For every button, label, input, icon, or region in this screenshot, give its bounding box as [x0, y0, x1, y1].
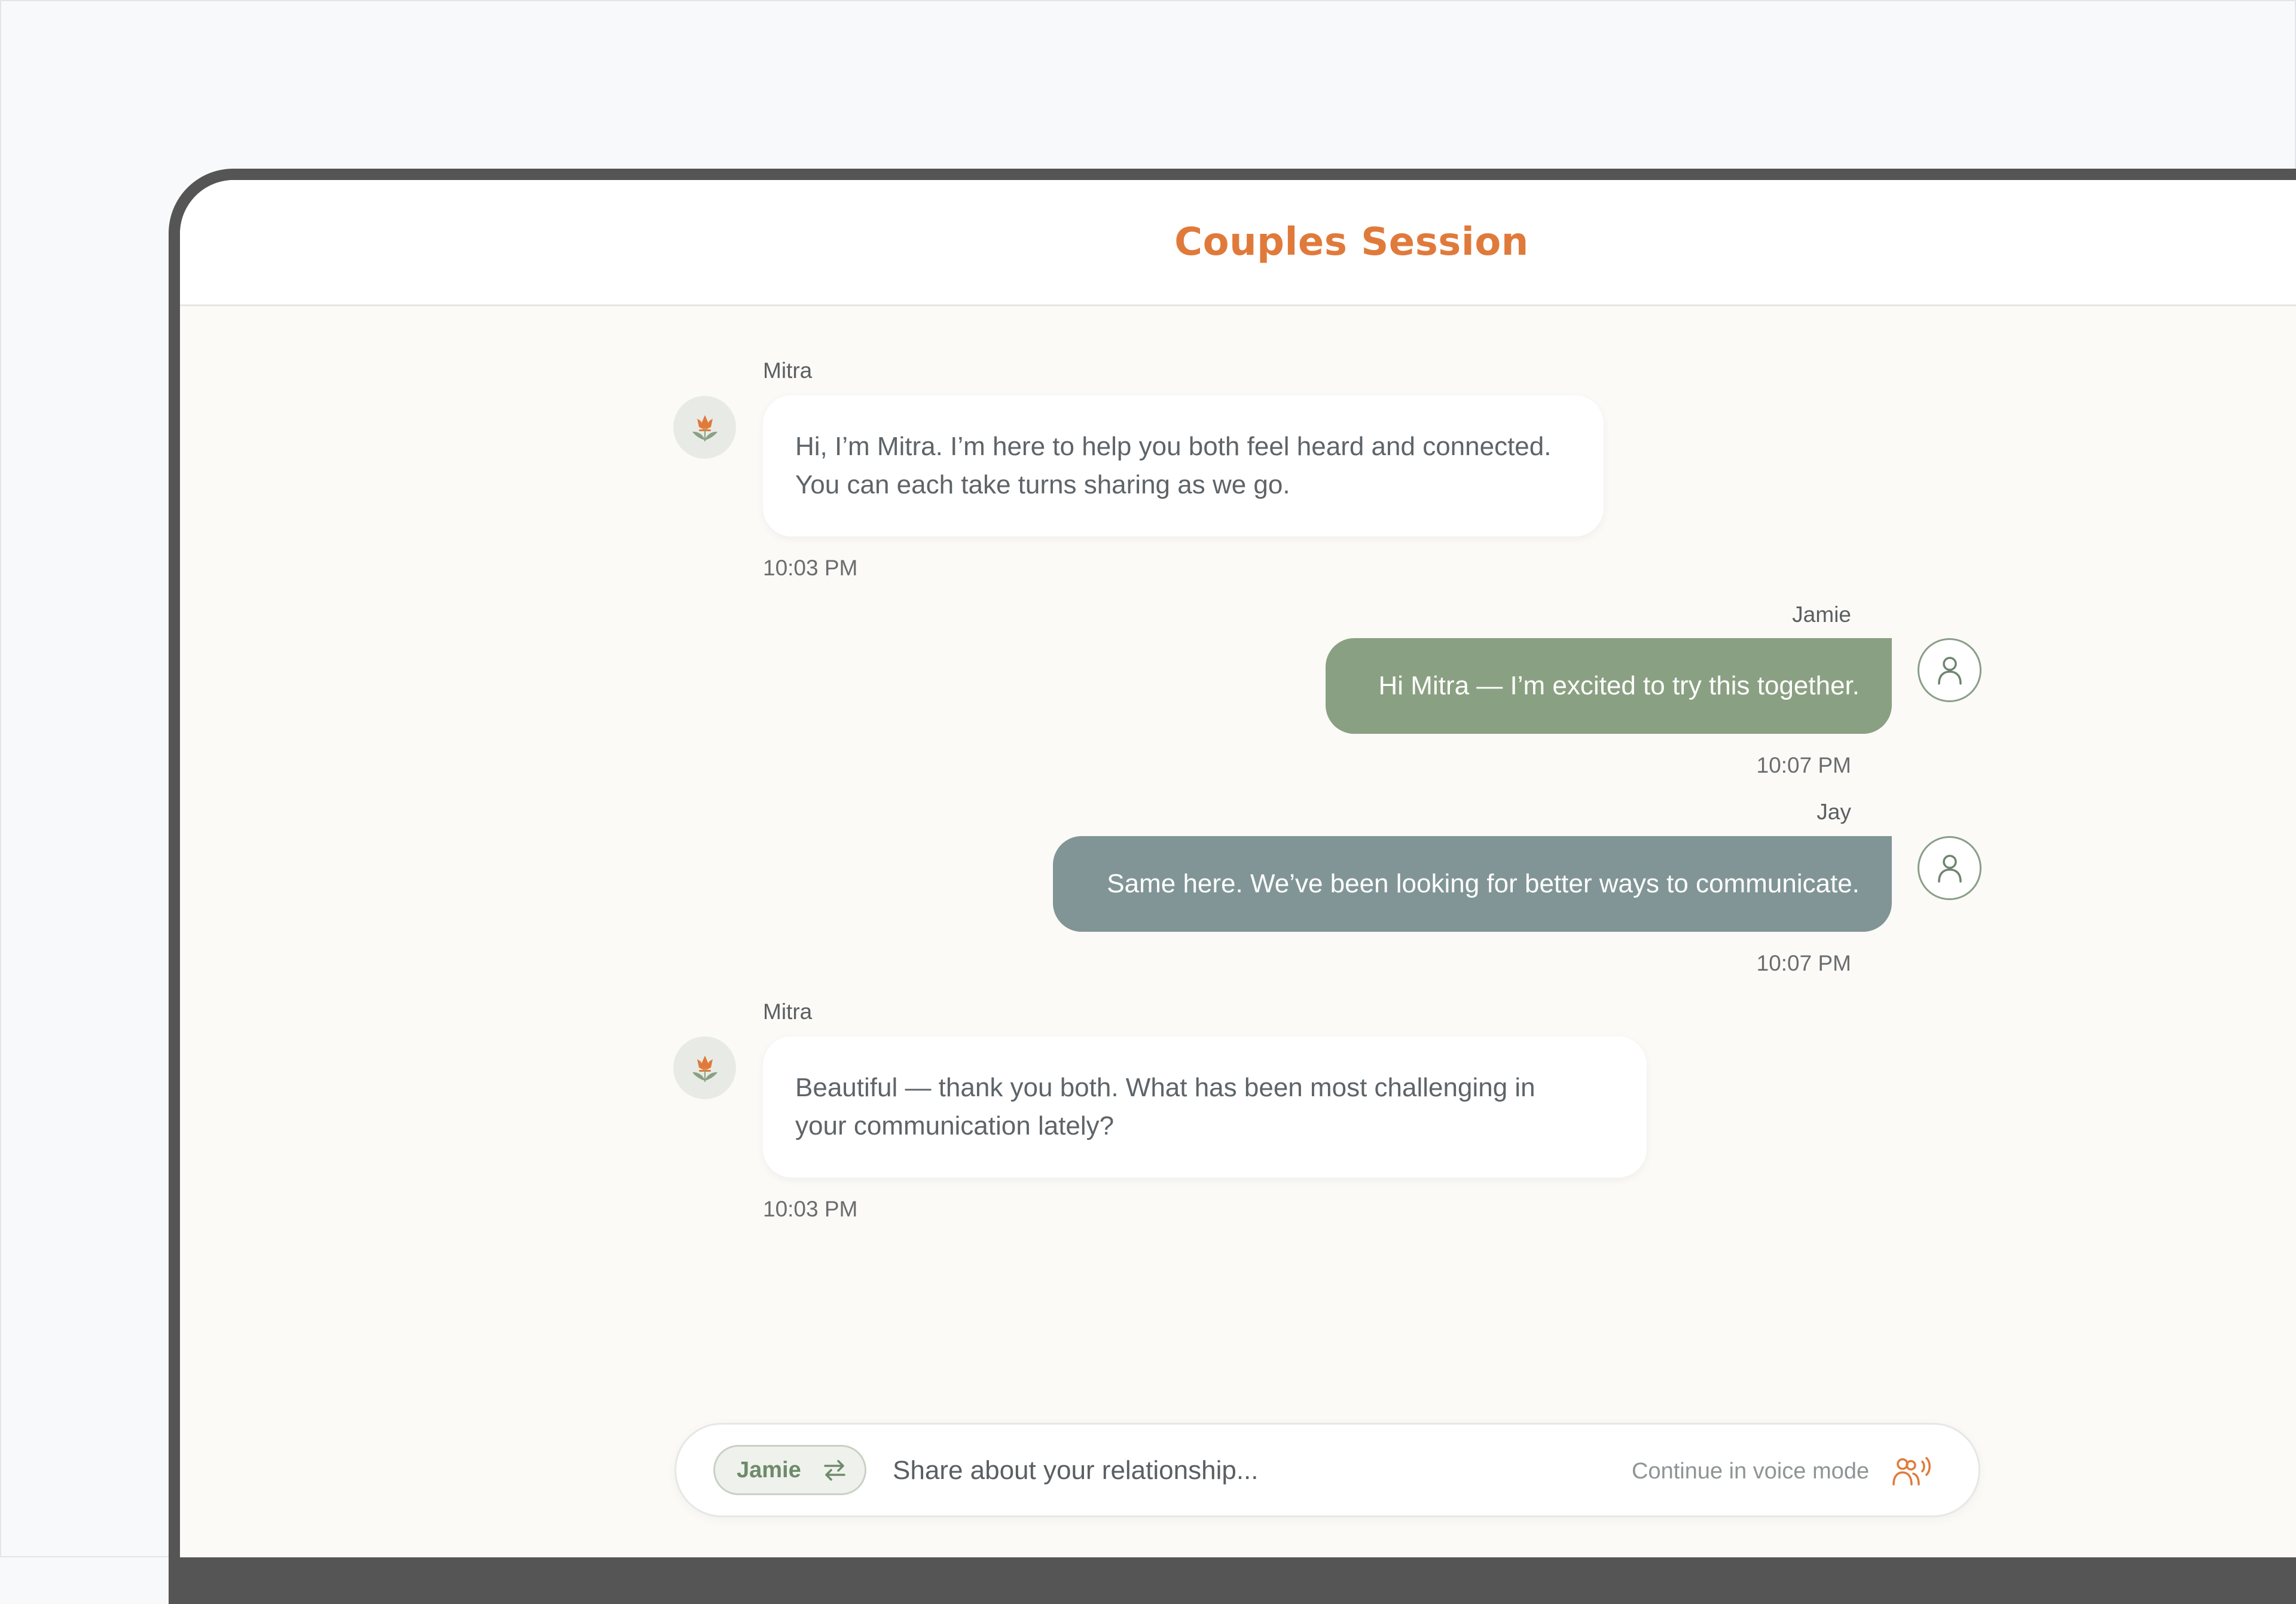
message-timestamp: 10:03 PM	[763, 1197, 858, 1221]
voice-mode-label: Continue in voice mode	[1632, 1458, 1870, 1484]
app-header: Couples Session	[180, 180, 2296, 306]
sender-name-mitra: Mitra	[763, 999, 813, 1024]
jamie-avatar	[1918, 638, 1981, 702]
message-bubble-bot: Hi, I’m Mitra. I’m here to help you both…	[763, 395, 1604, 536]
message-composer: Jamie Continue in voice mode	[674, 1423, 1980, 1517]
message-bubble-jay: Same here. We’ve been looking for better…	[1053, 836, 1892, 932]
speaker-name: Jamie	[737, 1457, 801, 1483]
voice-people-icon	[1892, 1457, 1931, 1486]
message-input[interactable]	[893, 1449, 1562, 1493]
speaker-switch-button[interactable]: Jamie	[713, 1445, 866, 1495]
message-timestamp: 10:07 PM	[1756, 753, 1851, 777]
jay-avatar	[1918, 836, 1981, 900]
page-title: Couples Session	[1174, 220, 1529, 264]
person-icon	[1937, 656, 1962, 685]
sender-name-mitra: Mitra	[763, 358, 813, 383]
sender-name-jamie: Jamie	[1792, 602, 1851, 627]
app-screen: Couples Session Mitra Hi, I’m Mitra. I’m…	[180, 180, 2296, 1557]
lotus-icon	[692, 414, 718, 441]
message-bubble-bot: Beautiful — thank you both. What has bee…	[763, 1036, 1647, 1178]
message-line: You can each take turns sharing as we go…	[795, 470, 1290, 499]
person-icon	[1937, 854, 1962, 883]
mitra-avatar	[673, 396, 736, 459]
message-timestamp: 10:03 PM	[763, 556, 858, 580]
message-line: your communication lately?	[795, 1111, 1115, 1141]
message-timestamp: 10:07 PM	[1756, 951, 1851, 975]
message-bubble-jamie: Hi Mitra — I’m excited to try this toget…	[1326, 638, 1892, 734]
message-text: Same here. We’ve been looking for better…	[1107, 869, 1860, 898]
mitra-avatar	[673, 1036, 736, 1099]
lotus-icon	[692, 1055, 718, 1082]
swap-arrows-icon	[824, 1460, 845, 1481]
message-line: Beautiful — thank you both. What has bee…	[795, 1073, 1535, 1102]
message-line: Hi, I’m Mitra. I’m here to help you both…	[795, 432, 1552, 461]
voice-mode-button[interactable]: Continue in voice mode	[1632, 1447, 1934, 1495]
message-text: Hi Mitra — I’m excited to try this toget…	[1378, 671, 1860, 700]
sender-name-jay: Jay	[1816, 800, 1851, 824]
